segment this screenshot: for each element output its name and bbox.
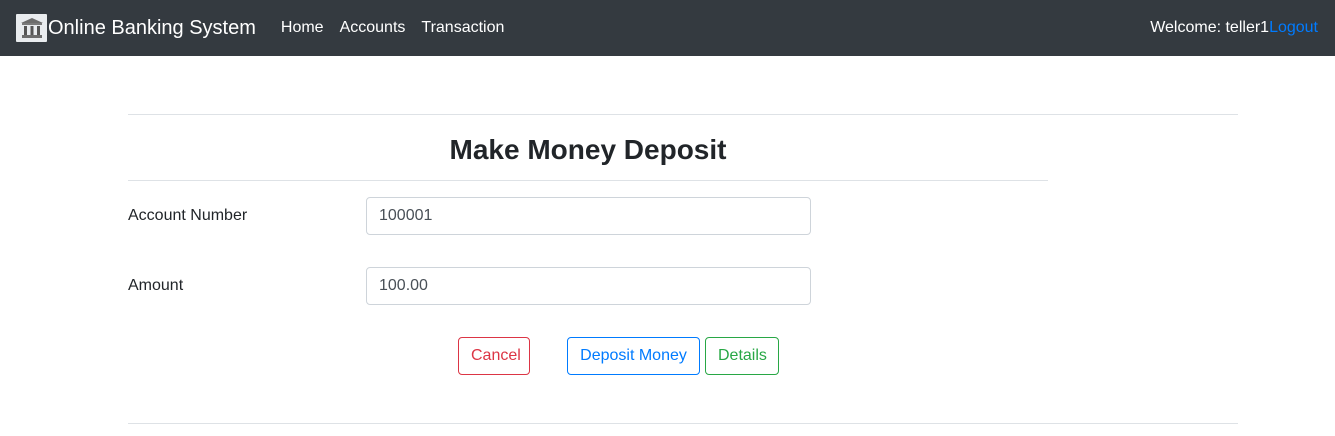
deposit-money-button[interactable]: Deposit Money: [567, 337, 700, 375]
nav-link-home[interactable]: Home: [281, 19, 324, 37]
bank-icon: [16, 14, 47, 42]
divider-bottom: [128, 423, 1238, 424]
logout-link[interactable]: Logout: [1269, 19, 1318, 37]
welcome-text: Welcome: teller1: [1150, 19, 1270, 36]
page-title: Make Money Deposit: [449, 134, 727, 165]
user-area: Welcome: teller1 Logout: [1150, 0, 1318, 56]
divider-top: [128, 114, 1238, 115]
brand-title: Online Banking System: [48, 16, 256, 39]
cancel-button[interactable]: Cancel: [458, 337, 530, 375]
account-number-label: Account Number: [128, 207, 248, 224]
brand-link[interactable]: Online Banking System: [16, 14, 256, 42]
nav-link-accounts[interactable]: Accounts: [340, 19, 406, 37]
amount-input[interactable]: [366, 267, 811, 305]
account-number-input[interactable]: [366, 197, 811, 235]
divider-title: [128, 180, 1048, 181]
details-button[interactable]: Details: [705, 337, 779, 375]
nav-links: Home Accounts Transaction: [281, 19, 521, 37]
top-navbar: Online Banking System Home Accounts Tran…: [0, 0, 1335, 56]
nav-link-transaction[interactable]: Transaction: [421, 19, 504, 37]
amount-label: Amount: [128, 277, 184, 294]
